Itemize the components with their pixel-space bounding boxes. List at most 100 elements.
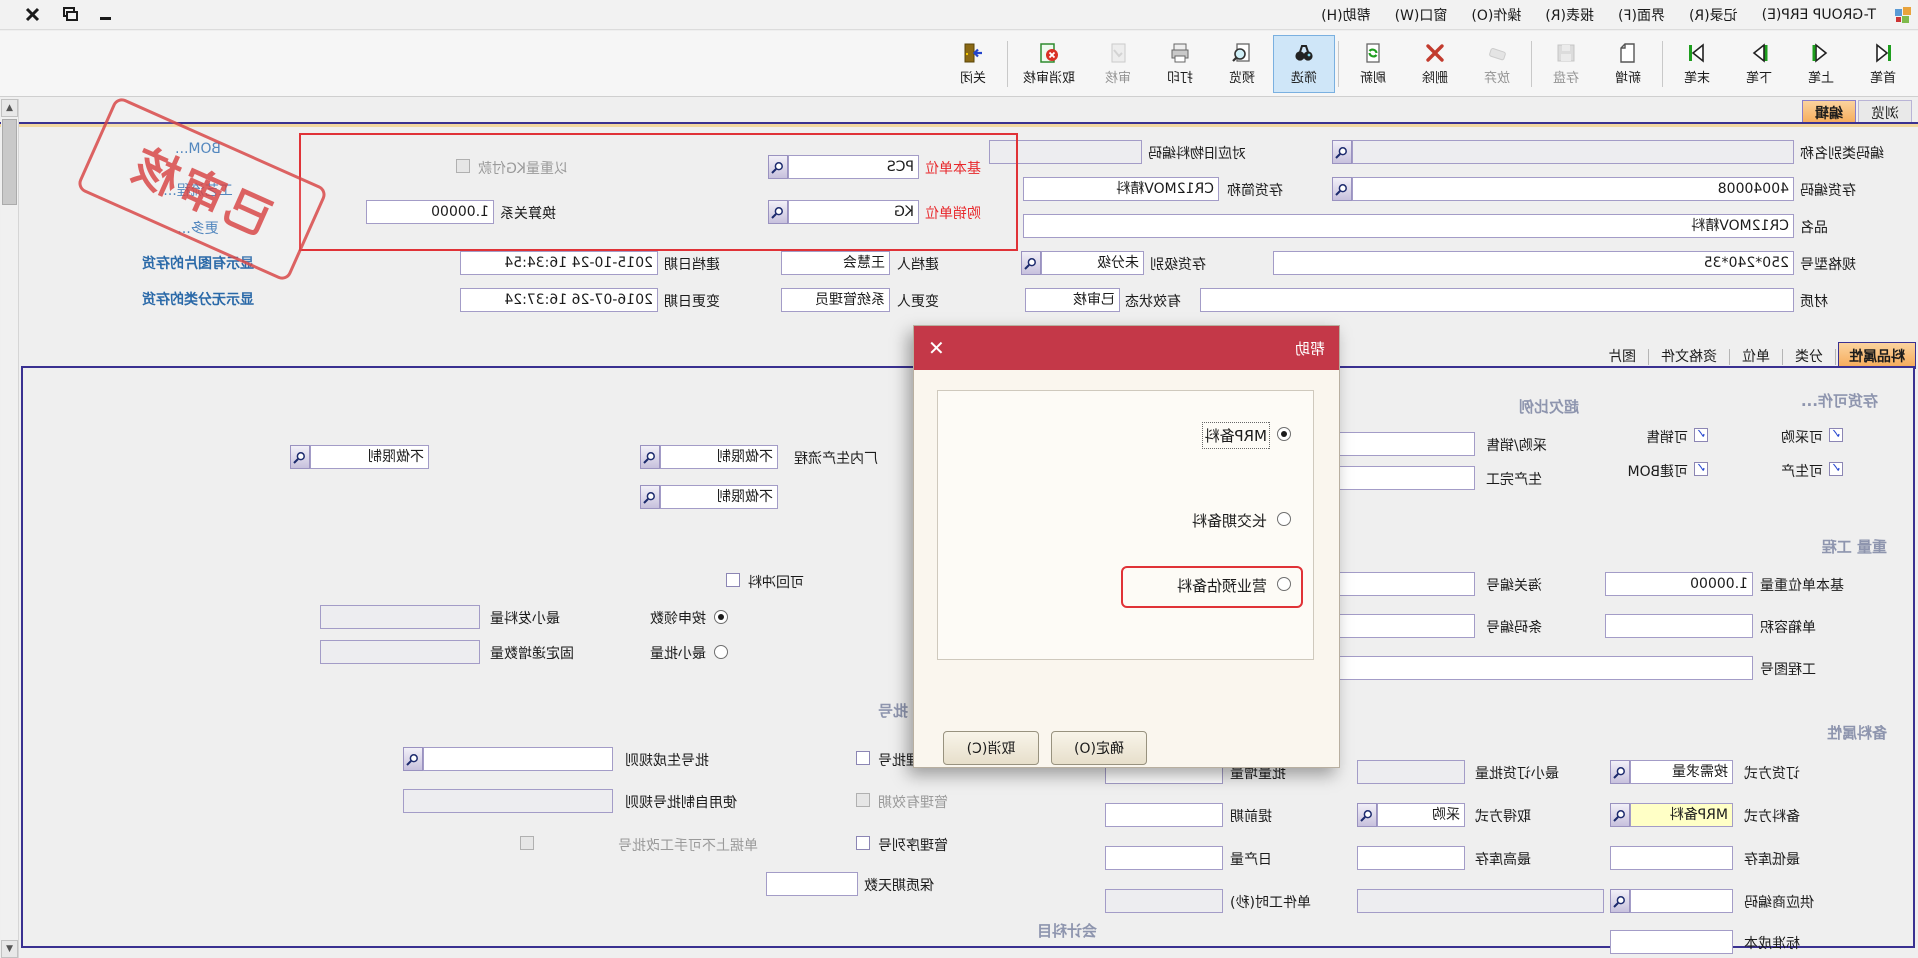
base-unit-field[interactable]: PCS — [788, 155, 919, 179]
magnifier-icon[interactable] — [1610, 803, 1630, 827]
menu-item-help[interactable]: 帮助(H) — [1311, 2, 1380, 28]
approve-button[interactable]: 审核 — [1087, 35, 1149, 93]
min-stock-field[interactable] — [1610, 846, 1733, 870]
customs-code-field[interactable] — [1333, 572, 1475, 596]
min-order-batch-field[interactable] — [1357, 760, 1465, 784]
max-stock-field[interactable] — [1357, 846, 1465, 870]
new-button[interactable]: 新增 — [1597, 35, 1659, 93]
save-button[interactable]: 存盘 — [1535, 35, 1597, 93]
menu-item-window[interactable]: 窗口(W) — [1385, 2, 1458, 28]
unit-time-field[interactable] — [1105, 889, 1223, 913]
manage-serial-checkbox[interactable] — [856, 836, 870, 850]
filter-button[interactable]: 筛选 — [1273, 35, 1335, 93]
acquire-mode-field[interactable]: 采购 — [1377, 803, 1465, 827]
order-mode-field[interactable]: 按需求量 — [1630, 760, 1733, 784]
no-manual-batch-checkbox[interactable] — [520, 836, 534, 850]
next-record-button[interactable]: 下笔 — [1728, 35, 1790, 93]
menu-item-view[interactable]: 界面(F) — [1608, 2, 1675, 28]
first-record-button[interactable]: 首笔 — [1852, 35, 1914, 93]
refresh-button[interactable]: 刷新 — [1342, 35, 1404, 93]
supply-mode-field[interactable]: MRP备料 — [1630, 803, 1733, 827]
trade-unit-field[interactable]: KG — [788, 200, 919, 224]
drawing-no-field[interactable] — [1333, 656, 1753, 680]
item-name-field[interactable]: CR12MOV精料 — [1023, 214, 1794, 238]
backflush-checkbox[interactable] — [726, 573, 740, 587]
menu-item-operate[interactable]: 操作(O) — [1461, 2, 1531, 28]
spec-field[interactable]: 250*240*35 — [1273, 251, 1794, 275]
dialog-close-icon[interactable]: ✕ — [928, 338, 945, 358]
magnifier-icon[interactable] — [768, 200, 788, 224]
ratio-production-field[interactable] — [1333, 466, 1475, 490]
restore-button[interactable] — [55, 2, 85, 26]
magnifier-icon[interactable] — [1021, 251, 1041, 275]
batch-rule-field[interactable] — [423, 747, 613, 771]
magnifier-icon[interactable] — [1357, 803, 1377, 827]
modified-date-field[interactable]: 2016-07-26 16:37:24 — [460, 288, 658, 312]
prev-record-button[interactable]: 上笔 — [1790, 35, 1852, 93]
box-volume-field[interactable] — [1605, 614, 1753, 638]
menu-item-record[interactable]: 记录(R) — [1679, 2, 1748, 28]
sales-forecast-label[interactable]: 营业预估备料 — [1177, 575, 1267, 596]
item-abbr-field[interactable]: CR12MOV精料 — [1023, 177, 1219, 201]
magnifier-icon[interactable] — [403, 747, 423, 771]
item-code-field[interactable]: 40040008 — [1352, 177, 1794, 201]
magnifier-icon[interactable] — [290, 445, 310, 469]
flow-field-3[interactable]: 不做限制 — [660, 485, 778, 509]
purchasable-checkbox[interactable] — [1829, 428, 1843, 442]
factory-flow-field[interactable]: 不做限制 — [660, 445, 778, 469]
manage-expiry-checkbox[interactable] — [856, 793, 870, 807]
modifier-field[interactable]: 系统管理员 — [781, 288, 890, 312]
mrp-supply-label[interactable]: MRP备料 — [1205, 425, 1267, 446]
shelf-days-field[interactable] — [766, 872, 858, 896]
menu-item-app[interactable]: T-GROUP ERP(E) — [1752, 4, 1886, 26]
tab-item-attributes[interactable]: 料品属性 — [1838, 342, 1916, 369]
long-leadtime-radio[interactable] — [1277, 512, 1291, 526]
minimize-button[interactable] — [90, 2, 120, 26]
last-record-button[interactable]: 末笔 — [1666, 35, 1728, 93]
magnifier-icon[interactable] — [1332, 140, 1352, 164]
min-batch-radio[interactable] — [714, 645, 728, 659]
scroll-up-icon[interactable]: ▲ — [1, 99, 18, 117]
self-batch-rule-field[interactable] — [403, 789, 613, 813]
magnifier-icon[interactable] — [1332, 177, 1352, 201]
flow-field-2[interactable]: 不做限制 — [310, 445, 429, 469]
min-issue-field[interactable] — [320, 605, 480, 629]
creator-field[interactable]: 王慧会 — [781, 251, 890, 275]
cancel-button[interactable]: 取消(C) — [943, 731, 1039, 765]
magnifier-icon[interactable] — [1610, 760, 1630, 784]
magnifier-icon[interactable] — [640, 445, 660, 469]
magnifier-icon[interactable] — [768, 155, 788, 179]
pay-by-weight-checkbox[interactable] — [456, 159, 470, 173]
sellable-checkbox[interactable] — [1694, 428, 1708, 442]
producible-checkbox[interactable] — [1829, 462, 1843, 476]
cancel-approve-button[interactable]: 取消审核 — [1011, 35, 1087, 93]
conversion-field[interactable]: 1.00000 — [366, 200, 494, 224]
link-show-unclassified-items[interactable]: 显示无分类的存货 — [58, 289, 338, 309]
sales-forecast-radio[interactable] — [1277, 577, 1291, 591]
supplier-name-field[interactable] — [1357, 889, 1604, 913]
fixed-increment-field[interactable] — [320, 640, 480, 664]
delete-button[interactable]: 删除 — [1404, 35, 1466, 93]
scrollbar-thumb[interactable] — [2, 119, 17, 205]
dialog-title-bar[interactable]: 帮助 ✕ — [914, 326, 1339, 370]
manage-batch-checkbox[interactable] — [856, 751, 870, 765]
close-form-button[interactable]: 关闭 — [942, 35, 1004, 93]
mrp-supply-radio[interactable] — [1277, 427, 1291, 441]
status-field[interactable]: 已审核 — [1025, 288, 1120, 312]
by-request-radio[interactable] — [714, 610, 728, 624]
supplier-code-field[interactable] — [1630, 889, 1733, 913]
discard-button[interactable]: 放弃 — [1466, 35, 1528, 93]
print-button[interactable]: 打印 — [1149, 35, 1211, 93]
std-cost-field[interactable] — [1610, 930, 1733, 954]
long-leadtime-label[interactable]: 长交期备料 — [1192, 510, 1267, 531]
menu-item-report[interactable]: 报表(R) — [1535, 2, 1604, 28]
close-button[interactable] — [18, 2, 48, 26]
code-category-field[interactable] — [1352, 140, 1794, 164]
level-field[interactable]: 未分级 — [1041, 251, 1144, 275]
unit-weight-field[interactable]: 1.00000 — [1605, 572, 1753, 596]
ok-button[interactable]: 确定(O) — [1051, 731, 1147, 765]
magnifier-icon[interactable] — [640, 485, 660, 509]
bom-allowed-checkbox[interactable] — [1694, 462, 1708, 476]
vertical-scrollbar[interactable]: ▲ ▼ — [1, 99, 19, 958]
created-date-field[interactable]: 2015-10-24 16:34:54 — [460, 251, 658, 275]
